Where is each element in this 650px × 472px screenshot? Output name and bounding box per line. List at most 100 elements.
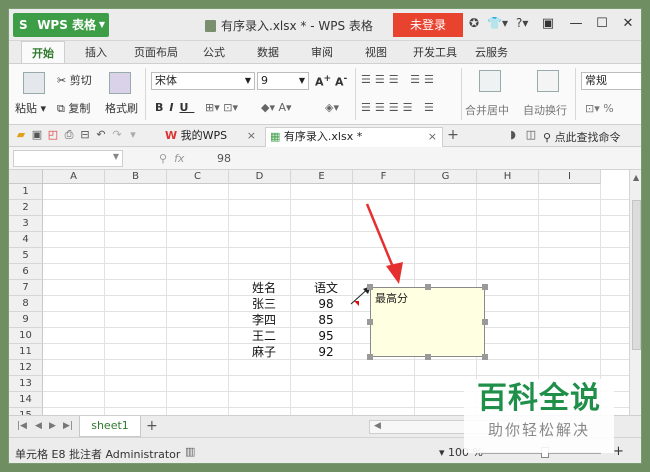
redo-icon[interactable]: ↷ bbox=[111, 129, 123, 141]
percent-style-button[interactable]: ⊡▾ % bbox=[585, 102, 614, 115]
wps-menu-button[interactable]: S WPS 表格 ▼ bbox=[13, 13, 109, 37]
zoom-in-icon[interactable]: + bbox=[613, 444, 624, 459]
column-header-e[interactable]: E bbox=[291, 170, 353, 184]
format-painter-icon[interactable] bbox=[109, 72, 131, 94]
italic-icon[interactable]: I bbox=[169, 101, 179, 114]
tab-formulas[interactable]: 公式 bbox=[203, 44, 225, 60]
fx-icon[interactable]: fx bbox=[174, 152, 184, 165]
cell-e10[interactable]: 95 bbox=[295, 328, 357, 344]
column-header-h[interactable]: H bbox=[477, 170, 539, 184]
macro-icon[interactable]: ▥ bbox=[185, 445, 195, 458]
select-all-corner[interactable] bbox=[9, 170, 43, 184]
cell-d11[interactable]: 麻子 bbox=[233, 344, 295, 360]
next-sheet-icon[interactable]: ▶ bbox=[49, 421, 56, 431]
cell-e8[interactable]: 98 bbox=[295, 296, 357, 312]
paste-icon[interactable] bbox=[23, 72, 45, 94]
login-button[interactable]: 未登录 bbox=[393, 13, 463, 37]
pdf-icon[interactable]: ◰ bbox=[47, 129, 59, 141]
tab-home[interactable]: 开始 bbox=[21, 41, 65, 63]
format-painter-button[interactable]: 格式刷 bbox=[105, 100, 138, 116]
row-header-9[interactable]: 9 bbox=[9, 312, 43, 328]
row-header-7[interactable]: 7 bbox=[9, 280, 43, 296]
row-header-12[interactable]: 12 bbox=[9, 360, 43, 376]
tab-data[interactable]: 数据 bbox=[257, 44, 279, 60]
cell-d7[interactable]: 姓名 bbox=[233, 280, 295, 296]
maximize-button[interactable]: ☐ bbox=[589, 13, 615, 35]
tab-review[interactable]: 审阅 bbox=[311, 44, 333, 60]
sheet-tab-sheet1[interactable]: sheet1 bbox=[79, 416, 141, 437]
clear-icon[interactable]: ◈▾ bbox=[325, 101, 339, 114]
grow-font-icon[interactable]: A+ A- bbox=[315, 73, 347, 89]
resize-handle[interactable] bbox=[482, 319, 488, 325]
tab-developer[interactable]: 开发工具 bbox=[413, 44, 457, 60]
tab-cloud[interactable]: 云服务 bbox=[475, 44, 508, 60]
row-header-3[interactable]: 3 bbox=[9, 216, 43, 232]
close-icon[interactable]: × bbox=[247, 127, 256, 145]
wrap-text-icon[interactable] bbox=[537, 70, 559, 92]
column-header-c[interactable]: C bbox=[167, 170, 229, 184]
row-header-14[interactable]: 14 bbox=[9, 392, 43, 408]
resize-handle[interactable] bbox=[482, 284, 488, 290]
scroll-thumb[interactable] bbox=[632, 200, 641, 350]
row-header-11[interactable]: 11 bbox=[9, 344, 43, 360]
resize-handle[interactable] bbox=[367, 319, 373, 325]
column-header-g[interactable]: G bbox=[415, 170, 477, 184]
skin-icon[interactable]: ✪ bbox=[469, 16, 479, 30]
number-format-select[interactable]: 常规 bbox=[581, 72, 641, 90]
cell-d9[interactable]: 李四 bbox=[233, 312, 295, 328]
tab-view[interactable]: 视图 bbox=[365, 44, 387, 60]
column-header-a[interactable]: A bbox=[43, 170, 105, 184]
comment-icon[interactable]: ◫ bbox=[525, 129, 537, 141]
cell-e9[interactable]: 85 bbox=[295, 312, 357, 328]
open-folder-icon[interactable]: ▰ bbox=[15, 129, 27, 141]
resize-handle[interactable] bbox=[482, 354, 488, 360]
first-sheet-icon[interactable]: |◀ bbox=[17, 421, 27, 431]
row-header-13[interactable]: 13 bbox=[9, 376, 43, 392]
save-icon[interactable]: ▣ bbox=[31, 129, 43, 141]
row-header-4[interactable]: 4 bbox=[9, 232, 43, 248]
add-sheet-button[interactable]: + bbox=[146, 418, 158, 434]
cell-e11[interactable]: 92 bbox=[295, 344, 357, 360]
vertical-scrollbar[interactable]: ▲ bbox=[629, 170, 641, 415]
new-tab-icon[interactable]: + bbox=[447, 128, 459, 142]
share-icon[interactable]: ◗ bbox=[507, 129, 519, 141]
row-header-15[interactable]: 15 bbox=[9, 408, 43, 415]
comment-box[interactable]: 最高分 bbox=[370, 287, 485, 357]
minimize-icon[interactable]: ▣ bbox=[535, 13, 561, 35]
paste-button[interactable]: 粘贴 ▾ bbox=[15, 100, 46, 116]
cell-d10[interactable]: 王二 bbox=[233, 328, 295, 344]
close-button[interactable]: ✕ bbox=[615, 13, 641, 35]
border-icon[interactable]: ⊞▾ ⊡▾ bbox=[205, 101, 238, 114]
copy-button[interactable]: ⧉ 复制 bbox=[57, 100, 90, 116]
font-style-group[interactable]: BIU bbox=[155, 101, 194, 114]
comment-text[interactable]: 最高分 bbox=[375, 292, 408, 305]
close-icon[interactable]: × bbox=[428, 128, 437, 146]
bold-icon[interactable]: B bbox=[155, 101, 169, 114]
underline-icon[interactable]: U bbox=[179, 101, 194, 114]
tab-my-wps[interactable]: W 我的WPS × bbox=[161, 127, 261, 147]
row-header-6[interactable]: 6 bbox=[9, 264, 43, 280]
formula-input[interactable]: 98 bbox=[217, 152, 231, 165]
font-size-select[interactable]: 9 ▼ bbox=[257, 72, 309, 90]
command-search[interactable]: ⚲ 点此查找命令 bbox=[543, 129, 621, 145]
resize-handle[interactable] bbox=[425, 354, 431, 360]
fill-color-icon[interactable]: ◆▾ A▾ bbox=[261, 101, 292, 114]
font-name-select[interactable]: 宋体 ▼ bbox=[151, 72, 255, 90]
tab-insert[interactable]: 插入 bbox=[85, 44, 107, 60]
print-preview-icon[interactable]: ⊟ bbox=[79, 129, 91, 141]
undo-icon[interactable]: ↶ bbox=[95, 129, 107, 141]
cut-button[interactable]: ✂ 剪切 bbox=[57, 72, 92, 88]
resize-handle[interactable] bbox=[367, 354, 373, 360]
prev-sheet-icon[interactable]: ◀ bbox=[35, 421, 42, 431]
row-header-2[interactable]: 2 bbox=[9, 200, 43, 216]
last-sheet-icon[interactable]: ▶| bbox=[63, 421, 73, 431]
minimize-button[interactable]: — bbox=[563, 13, 589, 35]
zoom-icon[interactable]: ⚲ bbox=[159, 152, 167, 165]
scroll-up-icon[interactable]: ▲ bbox=[633, 173, 639, 182]
column-header-d[interactable]: D bbox=[229, 170, 291, 184]
row-header-5[interactable]: 5 bbox=[9, 248, 43, 264]
merge-center-button[interactable]: 合并居中 bbox=[465, 102, 509, 118]
horizontal-align-icons[interactable]: ☰☰☰☰ ☰ bbox=[361, 101, 438, 114]
column-header-i[interactable]: I bbox=[539, 170, 601, 184]
print-icon[interactable]: ⎙ bbox=[63, 129, 75, 141]
